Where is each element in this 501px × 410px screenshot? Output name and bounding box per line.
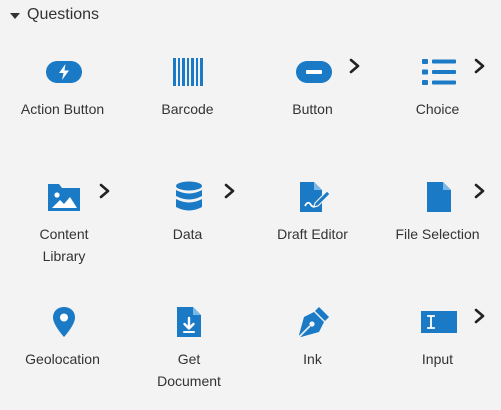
- tile-button[interactable]: Button: [250, 40, 375, 160]
- tile-ink[interactable]: Ink: [250, 290, 375, 410]
- tile-file-selection[interactable]: File Selection: [375, 165, 500, 285]
- action-button-icon: [46, 54, 82, 90]
- choice-list-icon: [421, 54, 457, 90]
- chevron-right-icon[interactable]: [223, 181, 237, 201]
- questions-section-header[interactable]: Questions: [10, 4, 99, 26]
- chevron-right-icon[interactable]: [98, 181, 112, 201]
- tile-label: File Selection: [395, 226, 480, 242]
- tile-label: Action Button: [20, 101, 105, 117]
- tile-label: Button: [292, 101, 333, 117]
- tile-label: Choice: [415, 101, 460, 117]
- download-document-icon: [171, 304, 207, 340]
- tile-label: Barcode: [161, 101, 214, 117]
- map-pin-icon: [46, 304, 82, 340]
- tile-label: Input: [421, 351, 454, 367]
- tile-label: Draft Editor: [277, 226, 348, 242]
- tile-data[interactable]: Data: [125, 165, 250, 285]
- tile-choice[interactable]: Choice: [375, 40, 500, 160]
- section-title: Questions: [27, 6, 100, 23]
- tile-action-button[interactable]: Action Button: [0, 40, 125, 160]
- chevron-right-icon[interactable]: [473, 306, 487, 326]
- database-icon: [171, 179, 207, 215]
- text-input-icon: [421, 304, 457, 340]
- tile-draft-editor[interactable]: Draft Editor: [250, 165, 375, 285]
- chevron-right-icon[interactable]: [348, 56, 362, 76]
- draft-editor-icon: [296, 179, 332, 215]
- pen-nib-icon: [296, 304, 332, 340]
- tile-label: Geolocation: [25, 351, 100, 367]
- tile-barcode[interactable]: Barcode: [125, 40, 250, 160]
- tile-input[interactable]: Input: [375, 290, 500, 410]
- chevron-right-icon[interactable]: [473, 181, 487, 201]
- tile-label: Ink: [303, 351, 322, 367]
- image-folder-icon: [46, 179, 82, 215]
- tile-label: Get Document: [157, 351, 221, 389]
- tile-get-document[interactable]: Get Document: [125, 290, 250, 410]
- tile-label: Content Library: [39, 226, 89, 264]
- file-icon: [421, 179, 457, 215]
- tile-content-library[interactable]: Content Library: [0, 165, 125, 285]
- chevron-right-icon[interactable]: [473, 56, 487, 76]
- barcode-icon: [171, 54, 207, 90]
- tile-label: Data: [172, 226, 203, 242]
- caret-down-icon: [10, 12, 20, 19]
- tile-geolocation[interactable]: Geolocation: [0, 290, 125, 410]
- button-icon: [296, 54, 332, 90]
